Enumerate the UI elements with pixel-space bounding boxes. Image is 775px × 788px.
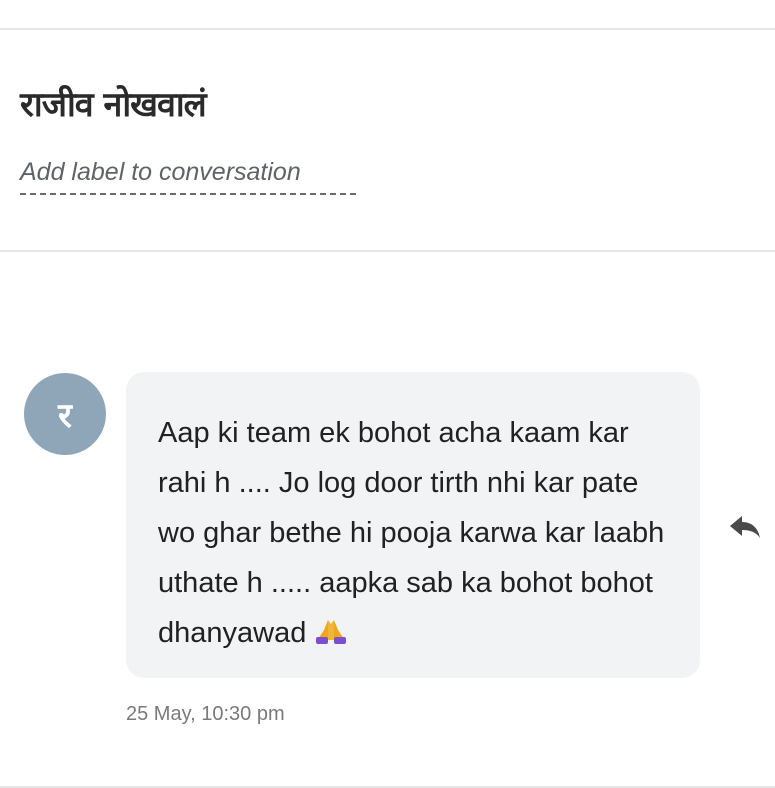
message-timestamp: 25 May, 10:30 pm — [126, 703, 285, 725]
message-text-container: Aap ki team ek bohot acha kaam kar rahi … — [158, 408, 668, 658]
conversation-page: राजीव नोखवालं Add label to conversation … — [0, 0, 775, 788]
conversation-header — [0, 30, 775, 250]
add-label-link[interactable]: Add label to conversation — [20, 158, 356, 195]
header-divider — [0, 250, 775, 252]
contact-name: राजीव नोखवालं — [20, 85, 207, 125]
avatar: र — [24, 373, 106, 455]
message-bubble: Aap ki team ek bohot acha kaam kar rahi … — [126, 372, 700, 678]
folded-hands-emoji-icon — [316, 620, 347, 644]
message-text: Aap ki team ek bohot acha kaam kar rahi … — [158, 417, 665, 649]
reply-icon[interactable] — [728, 512, 762, 540]
